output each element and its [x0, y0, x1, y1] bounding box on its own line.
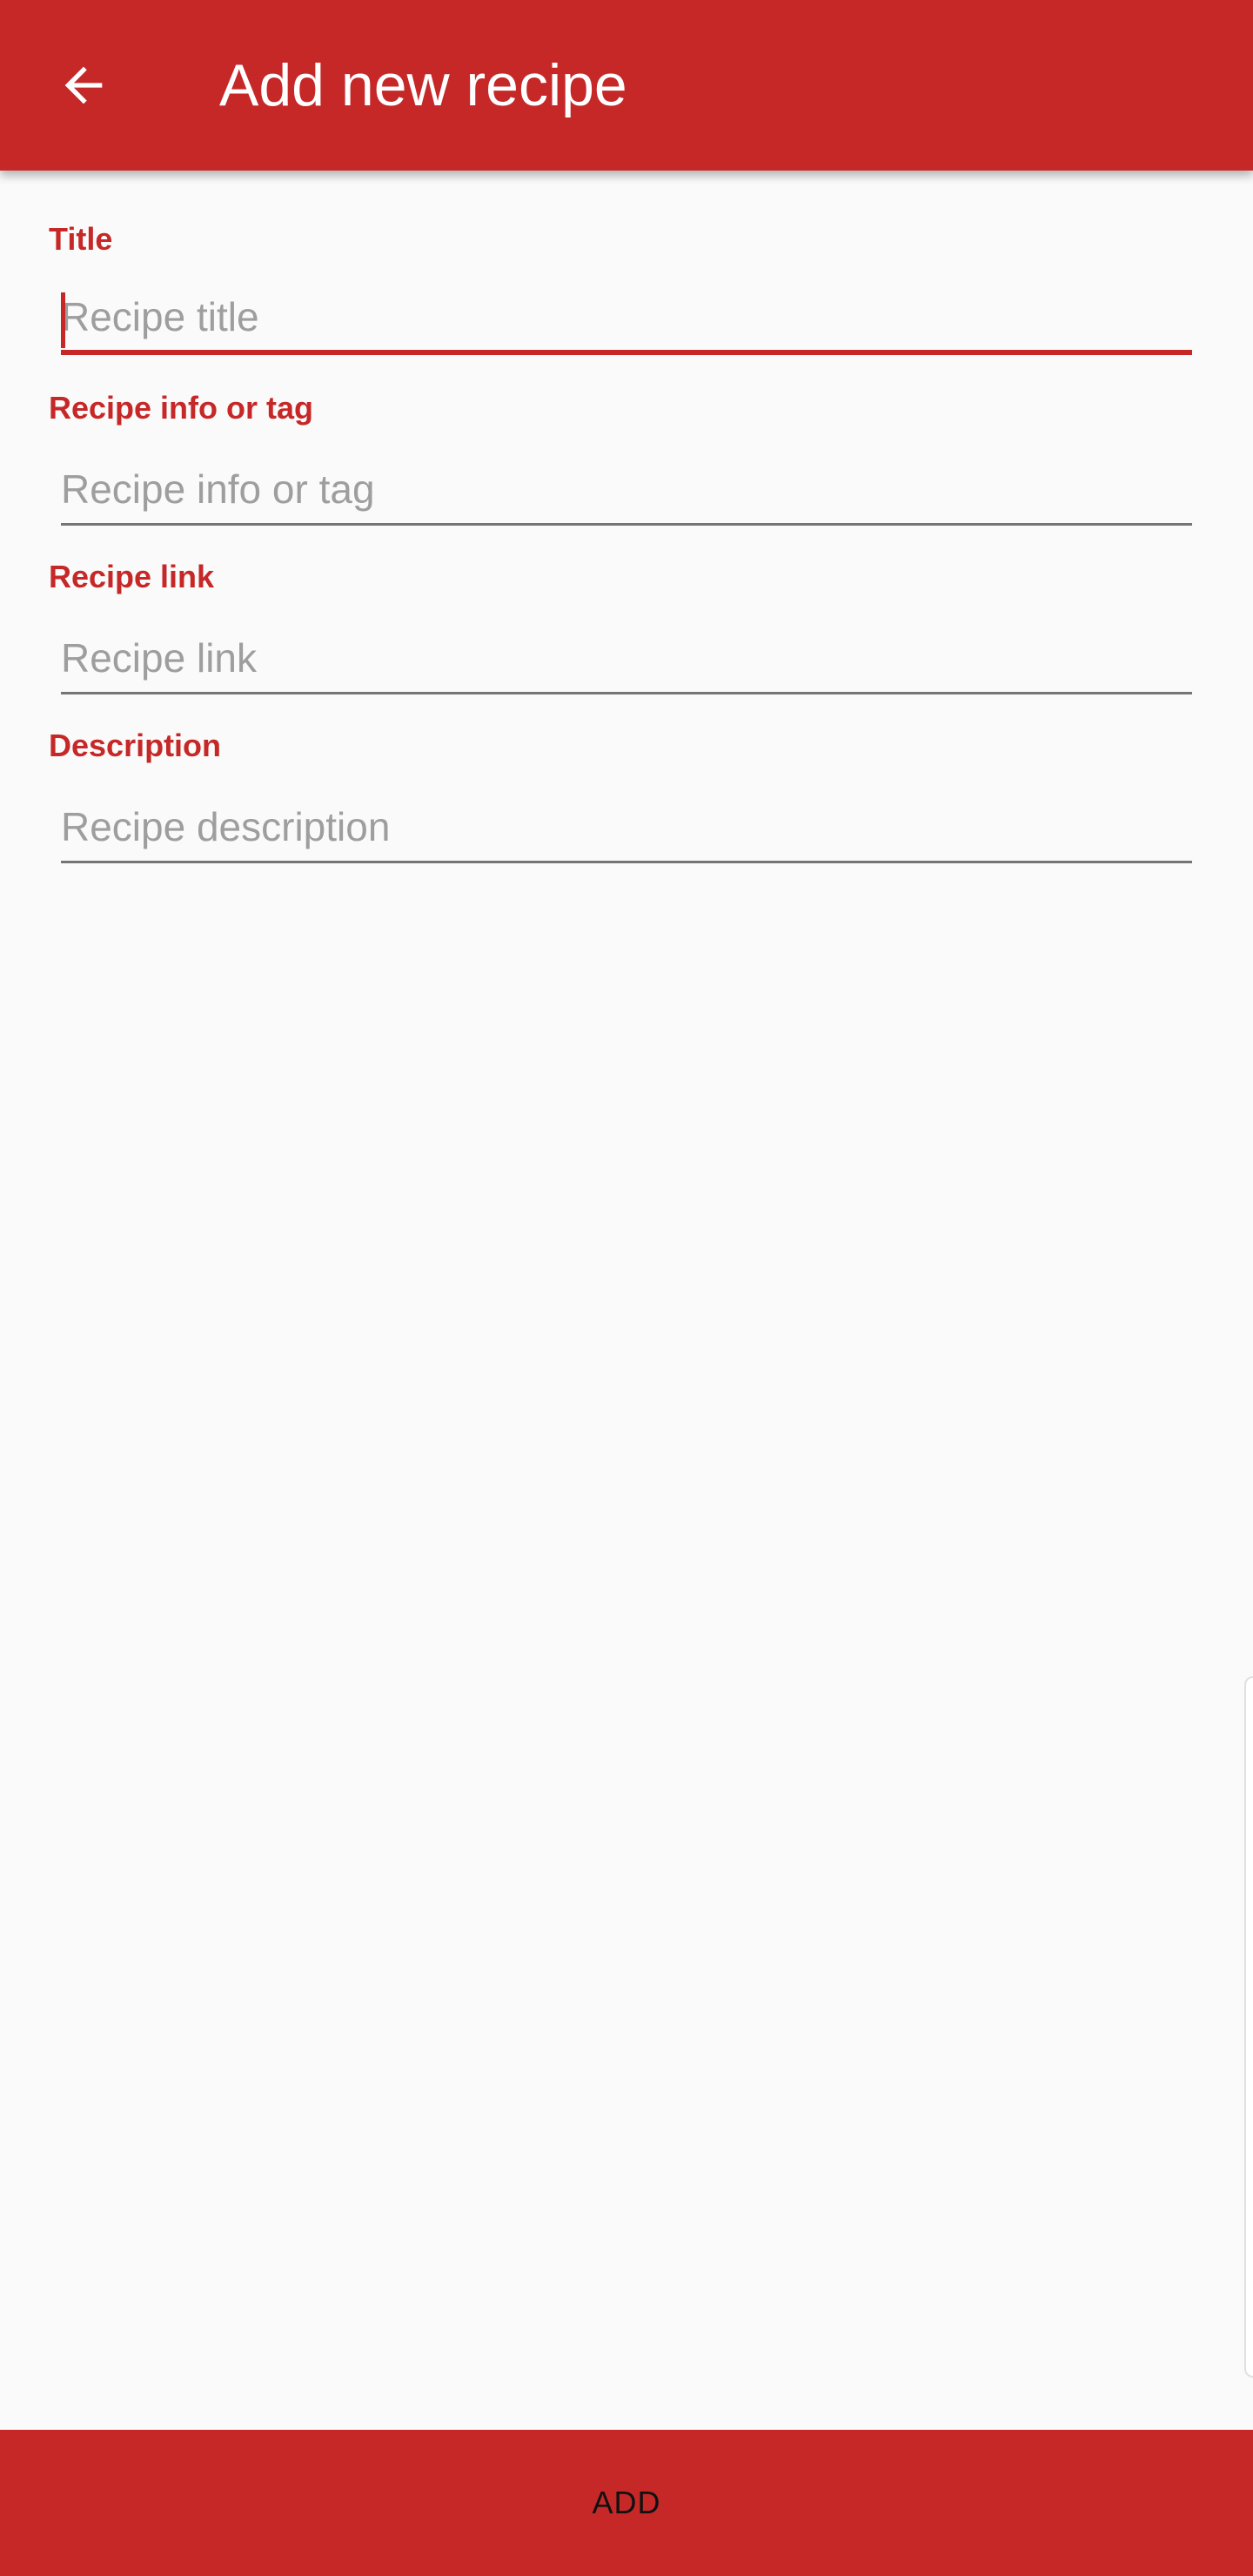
text-cursor	[61, 292, 65, 348]
back-button[interactable]	[35, 37, 132, 134]
recipe-link-input[interactable]	[61, 623, 1192, 694]
description-label: Description	[49, 728, 222, 763]
arrow-left-icon	[64, 66, 103, 104]
description-input[interactable]	[61, 792, 1192, 863]
title-input[interactable]	[61, 284, 1192, 355]
page-title: Add new recipe	[219, 52, 627, 118]
recipe-info-label: Recipe info or tag	[49, 390, 314, 426]
title-label: Title	[49, 221, 113, 257]
add-button[interactable]: ADD	[0, 2430, 1253, 2576]
recipe-info-input[interactable]	[61, 454, 1192, 526]
app-bar: Add new recipe	[0, 0, 1253, 171]
recipe-link-label: Recipe link	[49, 559, 215, 594]
edge-panel-handle[interactable]	[1244, 1676, 1253, 2378]
